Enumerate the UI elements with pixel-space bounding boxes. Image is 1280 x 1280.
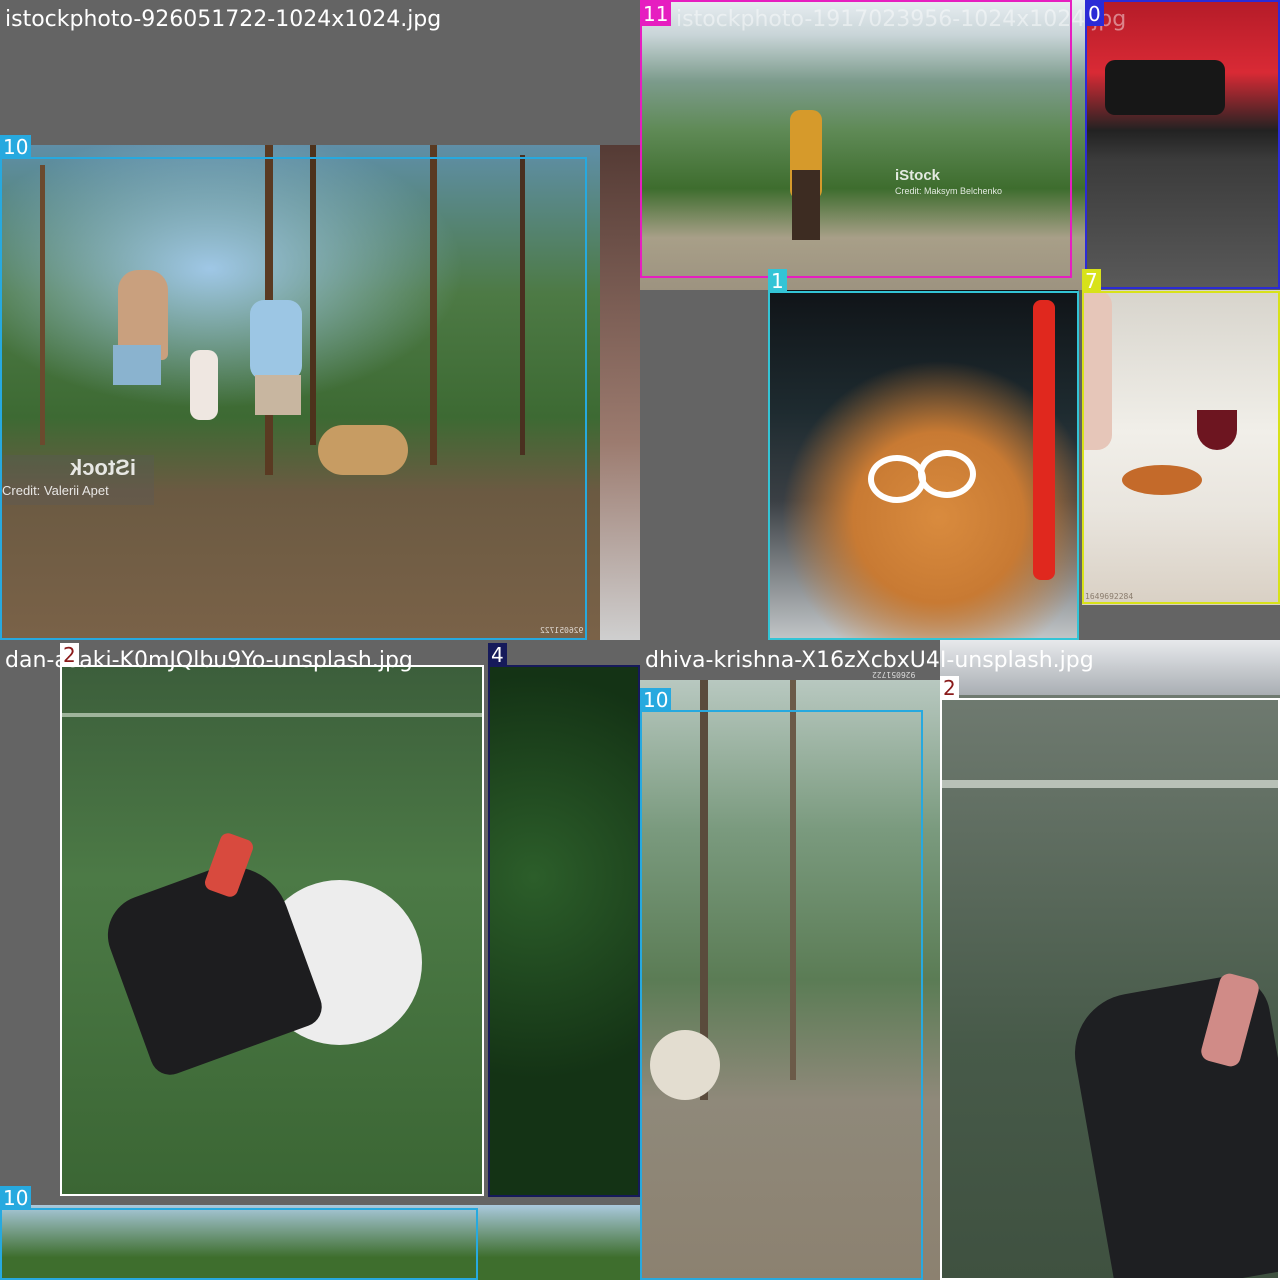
detection-label: 1: [768, 269, 787, 293]
detection-box[interactable]: [1082, 291, 1280, 604]
detection-label: 0: [1085, 2, 1104, 26]
detection-label: 2: [940, 676, 959, 700]
detection-box[interactable]: [0, 157, 587, 640]
detection-box[interactable]: [640, 710, 923, 1280]
detection-box[interactable]: [940, 698, 1280, 1280]
image-filename: istockphoto-926051722-1024x1024.jpg: [5, 7, 442, 32]
detection-label: 10: [0, 135, 32, 159]
detection-box[interactable]: [640, 0, 1072, 278]
detection-box[interactable]: [488, 665, 640, 1197]
photo-sliver: [600, 145, 640, 640]
detection-box[interactable]: [60, 665, 484, 1196]
detection-label: 7: [1082, 269, 1101, 293]
detection-box[interactable]: [0, 1208, 478, 1280]
detection-box[interactable]: [768, 291, 1079, 640]
image-filename: istockphoto-1917023956-1024x1024.jpg: [676, 7, 1127, 32]
detection-label: 11: [640, 2, 672, 26]
detection-label: 2: [60, 643, 79, 667]
detection-label: 10: [640, 688, 672, 712]
detection-label: 4: [488, 643, 507, 667]
detection-label: 10: [0, 1186, 32, 1210]
image-filename: dhiva-krishna-X16zXcbxU4I-unsplash.jpg: [645, 648, 1094, 673]
detection-box[interactable]: [1085, 0, 1280, 289]
